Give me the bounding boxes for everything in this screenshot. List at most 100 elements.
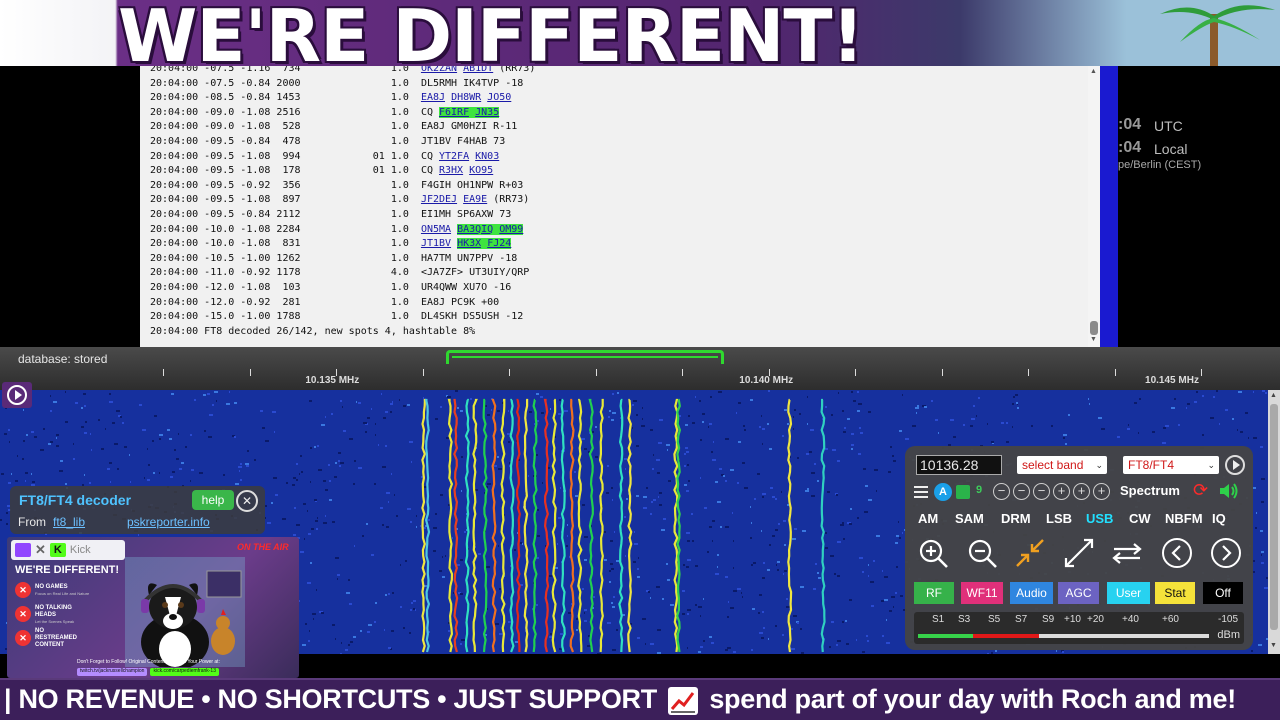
- log-line-prefix: 20:04:00 -09.0 -1.08 2516 1.0: [150, 106, 421, 118]
- callsign-link[interactable]: YT2FA: [439, 151, 469, 162]
- overlay-links: twitch.tv/jackrussellchampion kick.com/c…: [77, 668, 219, 676]
- scale-tick: [1114, 369, 1116, 376]
- callsign-link[interactable]: OK2ZAN: [421, 66, 457, 74]
- log-line: 20:04:00 -12.0 -1.08 103 1.0 UR4QWW XU7O…: [150, 281, 511, 295]
- kick-icon: K: [49, 543, 66, 557]
- chart-up-icon: [668, 686, 699, 715]
- log-line-prefix: 20:04:00 -09.5 -1.08 994 01 1.0: [150, 150, 421, 162]
- timezone: pe/Berlin (CEST): [1118, 159, 1202, 171]
- swap-icon[interactable]: [1110, 536, 1144, 570]
- callsign-link[interactable]: ON5MA: [421, 224, 451, 235]
- mode-button-drm[interactable]: DRM: [1001, 510, 1031, 528]
- panel-button-rf[interactable]: RF: [914, 582, 954, 604]
- mode-button-usb[interactable]: USB: [1086, 510, 1113, 528]
- band-select[interactable]: select band ⌄: [1017, 456, 1107, 474]
- menu-icon[interactable]: [914, 483, 930, 501]
- log-line: 20:04:00 -09.5 -1.08 178 01 1.0 CQ R3HX …: [150, 164, 493, 178]
- callsign-link[interactable]: EA8J: [421, 92, 445, 103]
- panel-button-off[interactable]: Off: [1203, 582, 1243, 604]
- expand-icon[interactable]: [1062, 536, 1096, 570]
- panel-button-agc[interactable]: AGC: [1058, 582, 1099, 604]
- speaker-icon[interactable]: [1218, 482, 1240, 500]
- callsign-link[interactable]: JF2DEJ: [421, 194, 457, 205]
- new-spot-callsign[interactable]: HK3X: [457, 238, 482, 250]
- s-meter-red: [973, 634, 1039, 638]
- zoom-in-icon[interactable]: +: [1073, 483, 1090, 500]
- frequency-input[interactable]: 10136.28: [916, 455, 1002, 475]
- log-scroll-thumb[interactable]: [1090, 321, 1098, 335]
- new-spot-callsign[interactable]: JN35: [475, 106, 500, 118]
- log-message-text: DL4SKH DS5USH -12: [420, 311, 524, 323]
- zoom-out-icon[interactable]: [965, 536, 999, 570]
- expand-icon[interactable]: [956, 485, 970, 499]
- audio-play-button[interactable]: [2, 382, 32, 408]
- panel-button-user[interactable]: User: [1107, 582, 1150, 604]
- play-button[interactable]: [1225, 455, 1245, 475]
- frequency-label: 10.135 MHz: [305, 375, 360, 386]
- mode-select[interactable]: FT8/FT4 ⌄: [1123, 456, 1219, 474]
- callsign-link[interactable]: DH8WR: [451, 92, 481, 103]
- callsign-link[interactable]: KO95: [469, 165, 493, 176]
- utc-label: UTC: [1154, 118, 1183, 134]
- callsign-link[interactable]: AB1DT: [463, 66, 493, 74]
- overlay-footer: Don't Forget to Follow! Original Content…: [77, 659, 220, 665]
- chevron-right-icon[interactable]: [1209, 536, 1243, 570]
- callsign-link[interactable]: EA9E: [463, 194, 487, 205]
- mode-button-sam[interactable]: SAM: [955, 510, 984, 528]
- callsign-link[interactable]: JO50: [487, 92, 511, 103]
- waterfall-scrollbar[interactable]: ▲ ▼: [1268, 390, 1280, 654]
- decode-summary: 20:04:00 FT8 decoded 26/142, new spots 4…: [150, 325, 476, 337]
- mode-button-iq[interactable]: IQ: [1212, 510, 1226, 528]
- new-spot-callsign[interactable]: FJ24: [487, 238, 512, 250]
- bottom-ticker: | NO REVENUE • NO SHORTCUTS • JUST SUPPO…: [0, 678, 1280, 720]
- new-spot-callsign[interactable]: BA3QIQ: [457, 223, 494, 235]
- callsign-link[interactable]: JT1BV: [421, 238, 451, 249]
- pskreporter-link[interactable]: pskreporter.info: [127, 515, 210, 529]
- new-spot-callsign[interactable]: F6IRF: [439, 106, 470, 118]
- scroll-up-icon[interactable]: ▲: [1270, 392, 1277, 399]
- callsign-link[interactable]: R3HX: [439, 165, 463, 176]
- waterfall-scroll-thumb[interactable]: [1270, 404, 1278, 630]
- log-scrollbar[interactable]: ▲ ▼: [1088, 66, 1100, 347]
- callsign-link[interactable]: KN03: [475, 151, 499, 162]
- panel-button-wf11[interactable]: WF11: [961, 582, 1003, 604]
- log-line: 20:04:00 -09.0 -1.08 2516 1.0 CQ F6IRF J…: [150, 106, 500, 120]
- screen: WE'RE DIFFERENT! 20:04:00 -07.5 -1.16 73…: [0, 0, 1280, 720]
- help-button[interactable]: help: [192, 490, 234, 510]
- log-message-text: JT1BV F4HAB 73: [420, 136, 506, 147]
- panel-button-stat[interactable]: Stat: [1155, 582, 1195, 604]
- zoom-in-max-icon[interactable]: +: [1093, 483, 1110, 500]
- spectrum-button[interactable]: Spectrum: [1120, 483, 1180, 501]
- log-line: 20:04:00 -09.5 -1.08 994 01 1.0 CQ YT2FA…: [150, 150, 499, 164]
- log-message-text: CQ: [420, 165, 439, 177]
- refresh-icon[interactable]: ⟳: [1193, 480, 1208, 500]
- mode-button-cw[interactable]: CW: [1129, 510, 1151, 528]
- scroll-down-icon[interactable]: ▼: [1090, 336, 1097, 343]
- new-spot-callsign[interactable]: OM99: [499, 223, 524, 235]
- zoom-in-small-icon[interactable]: +: [1053, 483, 1070, 500]
- mode-button-am[interactable]: AM: [918, 510, 938, 528]
- ft8-lib-link[interactable]: ft8_lib: [53, 515, 85, 529]
- vfo-a-button[interactable]: A: [934, 483, 952, 501]
- log-line: 20:04:00 -07.5 -0.84 2000 1.0 DL5RMH IK4…: [150, 77, 523, 91]
- mode-button-lsb[interactable]: LSB: [1046, 510, 1072, 528]
- zoom-out-max-icon[interactable]: −: [993, 483, 1010, 500]
- log-line-prefix: 20:04:00 -08.5 -0.84 1453 1.0: [150, 92, 421, 104]
- panel-button-audio[interactable]: Audio: [1010, 582, 1053, 604]
- overlay-row: ✕ NO GAMES Focus on Real Life and Nature: [15, 579, 89, 601]
- close-icon[interactable]: ✕: [236, 490, 258, 512]
- zoom-out-icon[interactable]: −: [1013, 483, 1030, 500]
- zoom-out-small-icon[interactable]: −: [1033, 483, 1050, 500]
- zoom-in-icon[interactable]: [916, 536, 950, 570]
- receiver-control-panel: 10136.28 select band ⌄ FT8/FT4 ⌄ A 9 − − −…: [905, 446, 1253, 650]
- mode-button-nbfm[interactable]: NBFM: [1165, 510, 1203, 528]
- from-label: From: [18, 515, 46, 529]
- s-meter-label: S7: [1015, 614, 1028, 625]
- ticker-right: spend part of your day with Roch and me!: [709, 684, 1236, 714]
- scroll-down-icon[interactable]: ▼: [1270, 642, 1277, 649]
- x-icon: ✕: [35, 542, 46, 557]
- scroll-up-icon[interactable]: ▲: [1090, 68, 1097, 75]
- chevron-left-icon[interactable]: [1160, 536, 1194, 570]
- log-line: 20:04:00 -09.5 -0.92 356 1.0 F4GIH OH1NP…: [150, 179, 523, 193]
- shrink-icon[interactable]: [1013, 536, 1047, 570]
